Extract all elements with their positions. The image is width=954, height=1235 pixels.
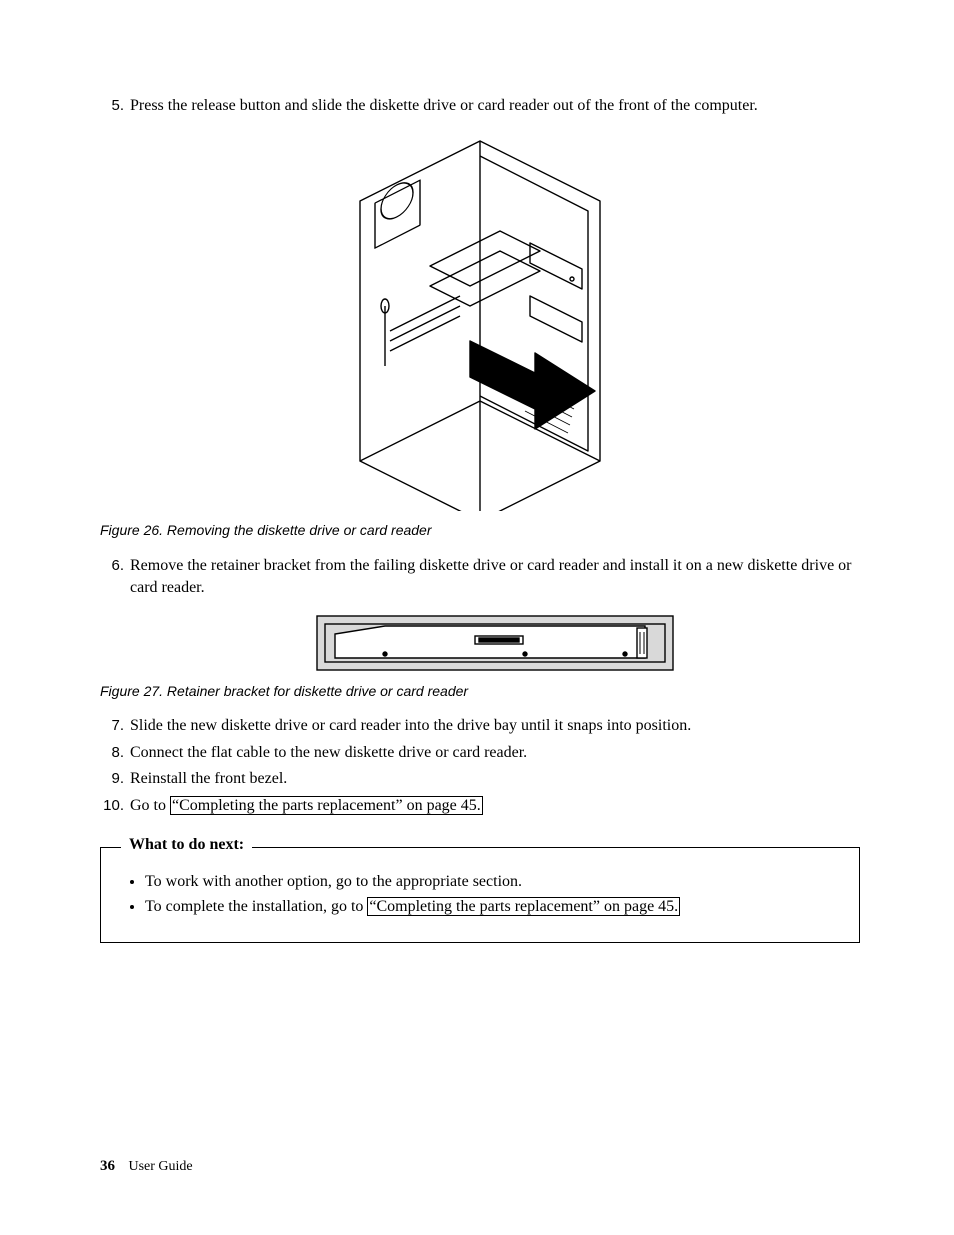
figure-27 xyxy=(130,614,860,672)
step-number: 8. xyxy=(100,742,124,763)
cross-reference-link[interactable]: “Completing the parts replacement” on pa… xyxy=(367,897,680,916)
step-9: 9. Reinstall the front bezel. xyxy=(100,768,860,790)
page-footer: 36 User Guide xyxy=(100,1158,193,1175)
step-number: 7. xyxy=(100,715,124,736)
step-text: Reinstall the front bezel. xyxy=(130,770,287,787)
figure-26-caption: Figure 26. Removing the diskette drive o… xyxy=(100,521,860,541)
box-item-1: To work with another option, go to the a… xyxy=(145,870,837,893)
cross-reference-link[interactable]: “Completing the parts replacement” on pa… xyxy=(170,796,483,815)
step-6: 6. Remove the retainer bracket from the … xyxy=(100,555,860,701)
step-text-prefix: Go to xyxy=(130,797,170,814)
step-number: 6. xyxy=(100,555,124,576)
step-number: 10. xyxy=(100,795,124,816)
footer-title: User Guide xyxy=(129,1159,193,1174)
box-list: To work with another option, go to the a… xyxy=(123,870,837,918)
what-to-do-next-box: What to do next: To work with another op… xyxy=(100,847,860,943)
retainer-bracket-illustration xyxy=(315,614,675,672)
page-number: 36 xyxy=(100,1158,115,1174)
step-7: 7. Slide the new diskette drive or card … xyxy=(100,715,860,737)
step-text: Press the release button and slide the d… xyxy=(130,97,758,114)
step-list: 5. Press the release button and slide th… xyxy=(100,95,860,817)
page-content: 5. Press the release button and slide th… xyxy=(100,95,860,943)
box-title: What to do next: xyxy=(121,836,252,854)
step-8: 8. Connect the flat cable to the new dis… xyxy=(100,742,860,764)
step-number: 9. xyxy=(100,768,124,789)
step-text: Remove the retainer bracket from the fai… xyxy=(130,557,852,596)
box-item-2: To complete the installation, go to “Com… xyxy=(145,895,837,918)
step-5: 5. Press the release button and slide th… xyxy=(100,95,860,541)
step-number: 5. xyxy=(100,95,124,116)
step-text: Connect the flat cable to the new disket… xyxy=(130,744,527,761)
step-10: 10. Go to “Completing the parts replacem… xyxy=(100,795,860,817)
figure-26 xyxy=(130,131,860,511)
box-item-2-prefix: To complete the installation, go to xyxy=(145,898,367,915)
computer-tower-illustration xyxy=(330,131,660,511)
step-text: Slide the new diskette drive or card rea… xyxy=(130,717,691,734)
figure-27-caption: Figure 27. Retainer bracket for diskette… xyxy=(100,682,860,702)
